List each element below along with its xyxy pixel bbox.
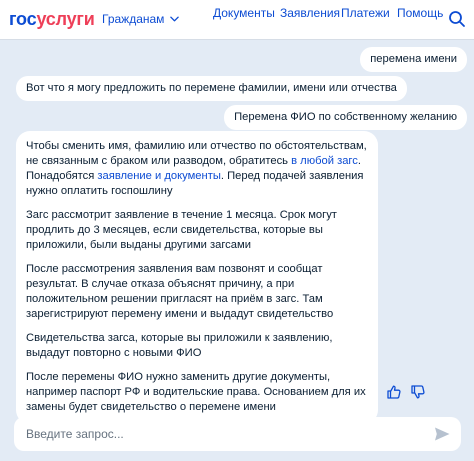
feedback-buttons: [386, 384, 426, 400]
answer-paragraph: После рассмотрения заявления вам позвоня…: [26, 263, 334, 320]
answer-paragraph: Загс рассмотрит заявление в течение 1 ме…: [26, 209, 337, 251]
nav-link-applications[interactable]: Заявления: [280, 6, 340, 20]
logo-part-uslugi: услуги: [36, 9, 95, 29]
bot-message-bubble: Вот что я могу предложить по перемене фа…: [16, 76, 407, 101]
thumbs-up-icon: [387, 385, 401, 399]
top-header: госуслуги Гражданам Документы Заявления …: [0, 0, 474, 40]
like-button[interactable]: [386, 384, 402, 400]
answer-paragraph: Чтобы сменить имя, фамилию или отчество …: [26, 139, 368, 199]
gosuslugi-logo[interactable]: госуслуги: [9, 8, 95, 30]
search-icon[interactable]: [448, 10, 466, 28]
user-message-bubble: перемена имени: [360, 47, 467, 72]
answer-paragraph: Свидетельства загса, которые вы приложил…: [26, 332, 333, 359]
audience-dropdown[interactable]: Гражданам: [102, 12, 180, 26]
logo-part-gos: гос: [9, 9, 37, 29]
any-zags-link[interactable]: в любой загс: [291, 155, 358, 167]
nav-link-documents[interactable]: Документы: [213, 6, 275, 20]
dislike-button[interactable]: [410, 384, 426, 400]
query-input[interactable]: [26, 427, 406, 441]
thumbs-down-icon: [411, 385, 425, 399]
user-message-bubble: Перемена ФИО по собственному желанию: [224, 105, 467, 130]
chevron-down-icon: [170, 16, 180, 22]
audience-dropdown-label: Гражданам: [102, 12, 165, 26]
query-input-container: [14, 417, 461, 451]
send-icon[interactable]: [433, 425, 451, 443]
bot-answer-bubble: Чтобы сменить имя, фамилию или отчество …: [16, 131, 378, 424]
nav-link-help[interactable]: Помощь: [397, 6, 443, 20]
nav-link-payments[interactable]: Платежи: [341, 6, 390, 20]
answer-paragraph: После перемены ФИО нужно заменить другие…: [26, 371, 366, 413]
application-documents-link[interactable]: заявление и документы: [97, 170, 220, 182]
